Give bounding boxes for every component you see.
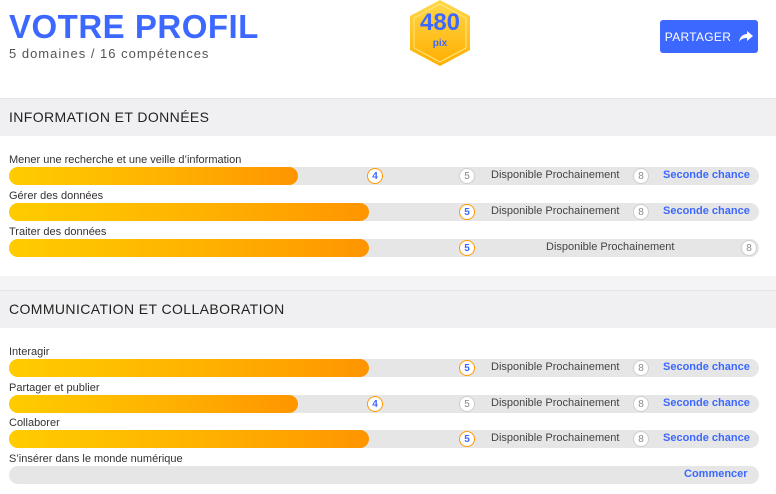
pix-score-value: 480	[419, 9, 461, 36]
competence-progress-track: 5 Disponible Prochainement 8 Seconde cha…	[9, 430, 759, 448]
competence-progress-fill	[9, 430, 369, 448]
second-chance-link[interactable]: Seconde chance	[663, 397, 750, 409]
max-level-badge: 8	[633, 168, 649, 184]
competence-row[interactable]: Mener une recherche et une veille d’info…	[0, 154, 776, 190]
pix-score-unit: pix	[432, 38, 448, 49]
level-badge: 5	[459, 204, 475, 220]
start-link[interactable]: Commencer	[684, 468, 748, 480]
availability-status: Disponible Prochainement	[491, 432, 620, 444]
competence-progress-fill	[9, 395, 298, 413]
competence-row[interactable]: Partager et publier 4 5 Disponible Proch…	[0, 382, 776, 418]
max-level-badge: 8	[633, 204, 649, 220]
competence-progress-fill	[9, 203, 369, 221]
availability-status: Disponible Prochainement	[546, 241, 675, 253]
competence-label: Interagir	[9, 346, 50, 358]
level-badge: 4	[367, 168, 383, 184]
competence-progress-fill	[9, 239, 369, 257]
domain-header-communication: COMMUNICATION ET COLLABORATION	[0, 290, 776, 328]
competence-progress-track: 5 Disponible Prochainement 8 Seconde cha…	[9, 203, 759, 221]
competence-progress-track: 5 Disponible Prochainement 8 Seconde cha…	[9, 359, 759, 377]
second-chance-link[interactable]: Seconde chance	[663, 361, 750, 373]
second-chance-link[interactable]: Seconde chance	[663, 205, 750, 217]
level-badge: 5	[459, 360, 475, 376]
max-level-badge: 8	[633, 431, 649, 447]
level-badge: 5	[459, 431, 475, 447]
second-chance-link[interactable]: Seconde chance	[663, 432, 750, 444]
competence-label: S’insérer dans le monde numérique	[9, 453, 183, 465]
competence-label: Traiter des données	[9, 226, 107, 238]
page-title: VOTRE PROFIL	[9, 8, 259, 45]
share-button[interactable]: PARTAGER	[660, 20, 758, 53]
profile-header: VOTRE PROFIL 5 domaines / 16 compétences…	[0, 0, 776, 98]
competence-row[interactable]: Traiter des données 5 Disponible Prochai…	[0, 226, 776, 262]
competence-label: Collaborer	[9, 417, 60, 429]
max-level-badge: 8	[633, 396, 649, 412]
next-level-badge: 5	[459, 396, 475, 412]
domain-title: INFORMATION ET DONNÉES	[9, 109, 210, 125]
competence-progress-track: 4 5 Disponible Prochainement 8 Seconde c…	[9, 395, 759, 413]
share-button-label: PARTAGER	[664, 29, 732, 44]
availability-status: Disponible Prochainement	[491, 205, 620, 217]
profile-summary: 5 domaines / 16 compétences	[9, 46, 210, 61]
domain-header-information: INFORMATION ET DONNÉES	[0, 98, 776, 136]
availability-status: Disponible Prochainement	[491, 169, 620, 181]
competence-progress-track: Commencer	[9, 466, 759, 484]
level-badge: 4	[367, 396, 383, 412]
domain-title: COMMUNICATION ET COLLABORATION	[9, 301, 285, 317]
competence-progress-track: 5 Disponible Prochainement 8	[9, 239, 759, 257]
competence-progress-fill	[9, 359, 369, 377]
competence-row[interactable]: Gérer des données 5 Disponible Prochaine…	[0, 190, 776, 226]
competence-row[interactable]: S’insérer dans le monde numérique Commen…	[0, 453, 776, 489]
pix-score-badge: 480 pix	[408, 0, 472, 66]
section-divider	[0, 276, 776, 290]
availability-status: Disponible Prochainement	[491, 397, 620, 409]
competence-progress-track: 4 5 Disponible Prochainement 8 Seconde c…	[9, 167, 759, 185]
competence-label: Mener une recherche et une veille d’info…	[9, 154, 242, 166]
competence-row[interactable]: Collaborer 5 Disponible Prochainement 8 …	[0, 417, 776, 453]
max-level-badge: 8	[741, 240, 757, 256]
max-level-badge: 8	[633, 360, 649, 376]
share-arrow-icon	[739, 30, 754, 42]
competence-progress-fill	[9, 167, 298, 185]
competence-label: Gérer des données	[9, 190, 104, 202]
level-badge: 5	[459, 240, 475, 256]
competence-label: Partager et publier	[9, 382, 100, 394]
second-chance-link[interactable]: Seconde chance	[663, 169, 750, 181]
competence-row[interactable]: Interagir 5 Disponible Prochainement 8 S…	[0, 346, 776, 382]
availability-status: Disponible Prochainement	[491, 361, 620, 373]
next-level-badge: 5	[459, 168, 475, 184]
